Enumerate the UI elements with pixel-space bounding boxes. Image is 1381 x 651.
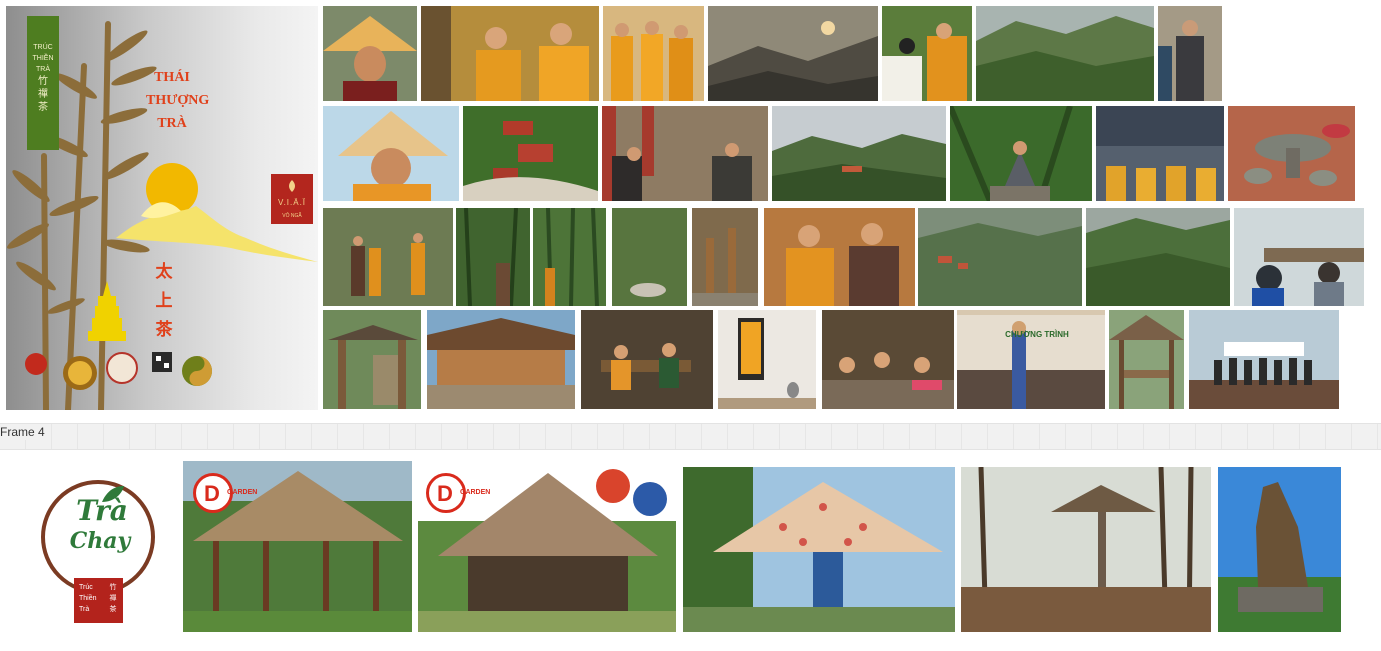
photo-decorated-umbrella-pavilion xyxy=(683,467,955,632)
poster-title-cn: 太 上 茶 xyxy=(152,258,176,345)
photo-tea-ceremony-room xyxy=(581,310,713,409)
photo-monks-group xyxy=(603,6,704,101)
badge-word: GARDEN xyxy=(227,489,258,496)
photo-green-mountains xyxy=(976,6,1154,101)
photo-crescent-moon-sculpture xyxy=(612,208,687,306)
thai-thuong-tra-poster: TRÚC THIỀN TRÀ 竹 禪 茶 THÁI THƯỢNG TRÀ 太 上… xyxy=(6,6,318,410)
vo-nga-mark: V.I.Ä.Ï xyxy=(277,198,307,207)
photo-wooden-posts xyxy=(692,208,758,306)
vo-nga-logo: V.I.Ä.Ï VÔ NGÃ xyxy=(271,174,313,224)
photo-event-banner: CHƯƠNG TRÌNH xyxy=(957,310,1105,409)
box-line: Trà xyxy=(79,606,90,613)
frame-bar: Frame 4 xyxy=(0,423,1381,450)
photo-meditation-hall xyxy=(1096,106,1224,201)
label-line: TRÚC xyxy=(33,44,53,51)
photo-wooden-gate xyxy=(323,310,421,409)
tra-chay-logo: Trà Chay Trúc Thiền Trà 竹 禪 茶 xyxy=(40,480,162,625)
title-line: TRÀ xyxy=(157,116,187,131)
photo-praying-hands-statue xyxy=(1218,467,1341,632)
photo-monks-walking-garden xyxy=(323,208,453,306)
lotus-icon xyxy=(289,180,295,192)
box-han: 茶 xyxy=(109,605,117,613)
photo-calligraphy-scroll xyxy=(718,310,816,409)
photo-smiling-man-conical-hat xyxy=(323,106,459,201)
photo-forest-monk xyxy=(456,208,530,306)
label-line: TRÀ xyxy=(36,66,50,73)
badge-letter: D xyxy=(204,481,220,506)
label-line: THIỀN xyxy=(32,55,54,62)
title-han: 茶 xyxy=(155,320,173,340)
photo-monks-reading xyxy=(421,6,599,101)
badge-word: GARDEN xyxy=(460,489,491,496)
badge-letter: D xyxy=(437,481,453,506)
photo-thatched-house-palms: D GARDEN xyxy=(418,461,676,632)
photo-thatched-gazebo xyxy=(1109,310,1184,409)
photo-forested-hills xyxy=(1086,208,1230,306)
logo-red-box: Trúc Thiền Trà 竹 禪 茶 xyxy=(74,578,123,623)
photo-misty-mountain-sunset xyxy=(708,6,878,101)
photo-people-praying xyxy=(1158,6,1222,101)
title-line: THƯỢNG xyxy=(146,93,210,108)
photo-monks-ceremony xyxy=(882,6,972,101)
truc-thien-tra-label: TRÚC THIỀN TRÀ 竹 禪 茶 xyxy=(27,16,59,150)
banner-title: CHƯƠNG TRÌNH xyxy=(1005,330,1069,339)
photo-smiling-woman-conical-hat xyxy=(323,6,417,101)
box-line: Trúc xyxy=(79,584,93,591)
label-han: 禪 xyxy=(38,89,48,100)
label-han: 竹 xyxy=(38,76,48,87)
logo-text-chay: Chay xyxy=(69,528,131,554)
photo-two-monks-smiling xyxy=(764,208,915,306)
frame-label[interactable]: Frame 4 xyxy=(0,424,49,440)
photo-meeting-tables xyxy=(1234,208,1364,306)
vo-nga-caption: VÔ NGÃ xyxy=(282,213,302,219)
title-han: 太 xyxy=(155,262,173,282)
box-han: 禪 xyxy=(109,594,117,602)
title-han: 上 xyxy=(155,291,173,311)
photo-mud-house xyxy=(427,310,575,409)
photo-monk-meditating-forest xyxy=(950,106,1092,201)
photo-group-outdoor-field xyxy=(1189,310,1339,409)
photo-forest-gazebo xyxy=(961,467,1211,632)
photo-monks-seated-temple xyxy=(602,106,768,201)
box-han: 竹 xyxy=(109,583,117,591)
label-han: 茶 xyxy=(38,102,48,113)
photo-bamboo-forest xyxy=(533,208,606,306)
photo-stone-tea-table xyxy=(1228,106,1355,201)
photo-valley-mountains xyxy=(772,106,946,201)
box-line: Thiền xyxy=(79,595,97,602)
photo-temple-aerial xyxy=(463,106,598,201)
photo-mountain-village-aerial xyxy=(918,208,1082,306)
photo-thatched-pavilion-garden: D GARDEN xyxy=(183,461,412,632)
title-line: THÁI xyxy=(154,70,190,85)
poster-title-vn: THÁI THƯỢNG TRÀ xyxy=(146,66,210,135)
logo-text-tra: Trà xyxy=(76,494,128,527)
photo-group-sitting-indoors xyxy=(822,310,954,409)
